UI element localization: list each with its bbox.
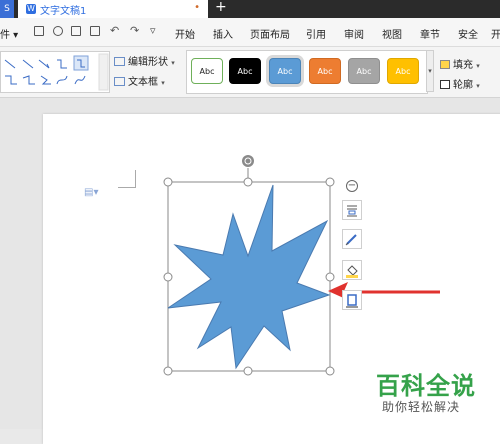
watermark-title: 百科全说: [376, 372, 476, 400]
resize-handle-top[interactable]: [243, 177, 253, 187]
resize-handle-bottom-left[interactable]: [163, 366, 173, 376]
resize-handle-top-right[interactable]: [325, 177, 335, 187]
resize-handle-right[interactable]: [325, 272, 335, 282]
resize-handle-bottom-right[interactable]: [325, 366, 335, 376]
shape-fill-button[interactable]: [342, 260, 362, 280]
star-shape[interactable]: [167, 184, 331, 370]
star-shape-layer: [163, 155, 440, 376]
rotate-handle-icon[interactable]: [242, 155, 254, 167]
resize-handle-top-left[interactable]: [163, 177, 173, 187]
collapse-toolbar-icon[interactable]: −: [346, 180, 358, 192]
wrap-text-icon: [347, 205, 357, 217]
watermark-subtitle: 助你轻松解决: [382, 400, 461, 414]
pen-icon: [345, 234, 357, 246]
layout-options-button[interactable]: [342, 200, 362, 220]
shape-line-button[interactable]: [342, 229, 362, 249]
outline-box-icon: [346, 294, 358, 308]
resize-handle-bottom[interactable]: [243, 366, 253, 376]
fill-bucket-icon: [346, 265, 358, 278]
resize-handle-left[interactable]: [163, 272, 173, 282]
shape-outline-button[interactable]: [342, 290, 362, 310]
